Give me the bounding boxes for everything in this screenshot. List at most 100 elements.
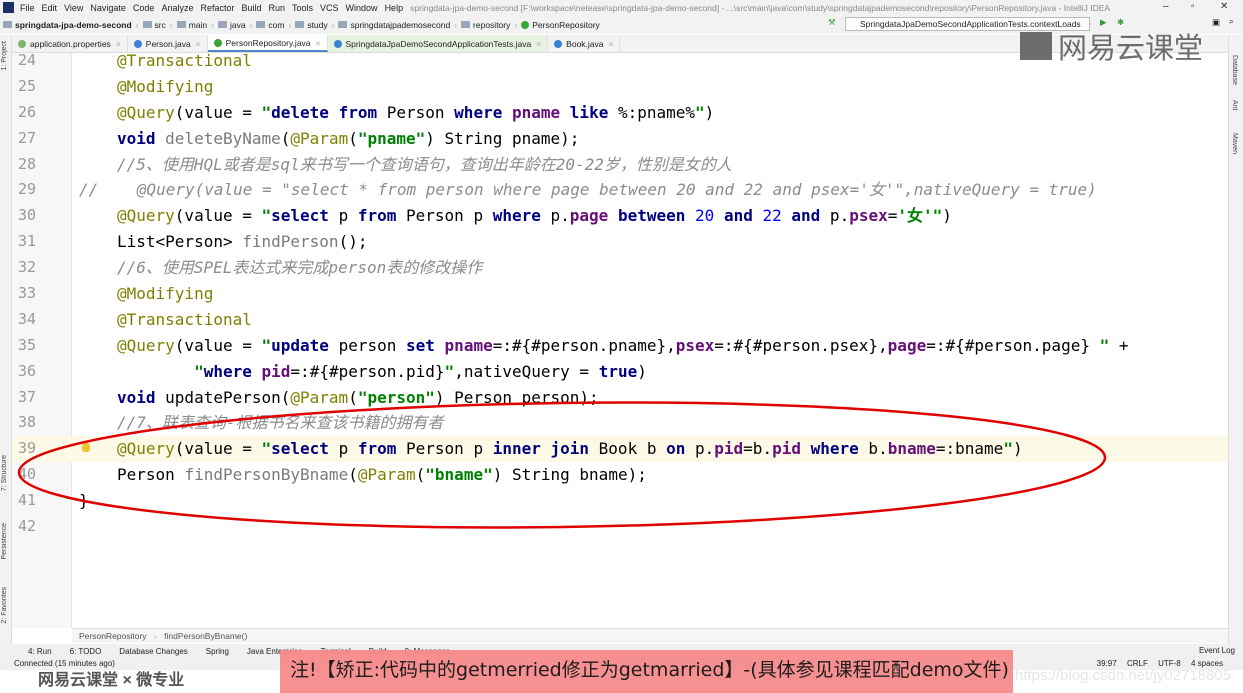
menu-refactor[interactable]: Refactor (200, 3, 234, 13)
breadcrumb-item[interactable]: main (176, 19, 208, 30)
menu-run[interactable]: Run (269, 3, 286, 13)
toolwindow-6-todo[interactable]: 6: TODO (70, 647, 102, 656)
toolwindow-database-changes[interactable]: Database Changes (119, 647, 188, 656)
code-token: Person p (396, 206, 493, 226)
breadcrumb-method[interactable]: findPersonByBname() (164, 631, 247, 641)
line-number: 36 (17, 361, 36, 380)
close-tab-icon[interactable]: × (316, 38, 321, 48)
close-tab-icon[interactable]: × (196, 39, 201, 49)
code-token: update (271, 335, 329, 355)
code-text: @Query(value = "delete from Person where… (117, 100, 714, 126)
code-token: p (328, 206, 358, 226)
code-token: b. (858, 439, 888, 459)
tool-maven[interactable]: Maven (1231, 133, 1238, 154)
build-icon[interactable]: ⚒ (828, 17, 836, 28)
code-token: void (117, 128, 156, 148)
breadcrumb-item[interactable]: repository (461, 20, 510, 30)
line-number: 38 (17, 413, 36, 432)
code-token: ( (348, 465, 358, 485)
line-number: 35 (17, 335, 36, 354)
toolwindow-4-run[interactable]: 4: Run (28, 647, 52, 656)
search-icon[interactable]: ⌕ (1229, 16, 1234, 27)
maximize-button[interactable]: ▫ (1191, 1, 1195, 12)
code-token: ,nativeQuery = (454, 361, 599, 381)
code-token: Person (377, 102, 455, 122)
close-tab-icon[interactable]: × (116, 39, 121, 49)
breadcrumb-class[interactable]: PersonRepository (79, 631, 147, 641)
menu-analyze[interactable]: Analyze (161, 3, 193, 13)
breadcrumb-item[interactable]: PersonRepository (521, 20, 600, 30)
menu-view[interactable]: View (64, 3, 83, 13)
minimize-button[interactable]: – (1163, 1, 1169, 12)
code-token: =:#{#person.psex}, (714, 335, 888, 355)
code-token: "bname" (425, 465, 493, 485)
intellij-logo-icon (3, 2, 14, 13)
tool-favorites[interactable]: 2: Favorites (1, 587, 8, 624)
code-token: " (194, 361, 204, 381)
code-token: ) (637, 361, 647, 381)
code-token: pname (444, 335, 493, 355)
line-number: 25 (17, 76, 36, 95)
folder-icon (338, 21, 348, 28)
tool-persistence[interactable]: Persistence (1, 523, 8, 560)
crumb-label: springdata-jpa-demo-second (15, 19, 132, 30)
menu-tools[interactable]: Tools (292, 3, 313, 13)
crumb-label: main (188, 19, 208, 30)
menu-file[interactable]: File (20, 3, 35, 13)
chevron-right-icon: › (211, 19, 214, 30)
breadcrumb-item[interactable]: src (142, 20, 166, 30)
netease-watermark: 网易云课堂 (1020, 25, 1203, 67)
menu-build[interactable]: Build (241, 3, 261, 13)
menu-window[interactable]: Window (346, 3, 378, 13)
breadcrumb-item[interactable]: com (256, 20, 284, 30)
menu-navigate[interactable]: Navigate (90, 3, 126, 13)
menu-help[interactable]: Help (385, 3, 404, 13)
breadcrumb-item[interactable]: java (217, 20, 246, 30)
code-text: @Modifying (117, 74, 213, 100)
code-token: Person p (396, 439, 493, 459)
tool-structure[interactable]: 7: Structure (1, 455, 8, 491)
code-editor[interactable]: 24 @Transactional 25 @Modifying 26 @Query(val… (12, 48, 1228, 540)
tool-ant[interactable]: Ant (1231, 100, 1238, 111)
close-tab-icon[interactable]: × (536, 39, 541, 49)
code-text: // @Query(value = "select * from person … (79, 177, 1097, 203)
project-structure-icon[interactable]: ▣ (1212, 17, 1220, 28)
line-number: 26 (17, 102, 36, 121)
code-text: @Transactional (117, 307, 252, 333)
tool-database[interactable]: Database (1231, 55, 1238, 85)
lightbulb-icon[interactable] (82, 442, 90, 453)
menu-edit[interactable]: Edit (42, 3, 58, 13)
code-token: " (1099, 335, 1110, 355)
code-token: on (666, 439, 686, 459)
close-button[interactable]: ✕ (1220, 1, 1228, 12)
tool-project[interactable]: 1: Project (1, 41, 8, 71)
code-token: findPersonByBname (184, 465, 349, 485)
csdn-watermark: https://blog.csdn.net/jy02718805 (1015, 667, 1231, 684)
code-token: select (271, 439, 329, 459)
breadcrumb-item[interactable]: springdata-jpa-demo-second (3, 20, 132, 30)
code-token: List<Person> (117, 232, 243, 252)
code-token: (); (338, 232, 368, 252)
event-log-button[interactable]: Event Log (1199, 645, 1235, 657)
code-line: 36 "where pid=:#{#person.pid}",nativeQue… (12, 359, 1228, 385)
line-number: 29 (17, 180, 36, 199)
code-line: 33 @Modifying (12, 281, 1228, 307)
line-number: 42 (17, 517, 36, 536)
file-icon (333, 39, 342, 48)
code-token: @Query (117, 439, 175, 459)
toolwindow-spring[interactable]: Spring (206, 647, 229, 656)
code-token: @Param (357, 465, 416, 485)
menu-vcs[interactable]: VCS (320, 3, 339, 13)
breadcrumb-item[interactable]: study (295, 20, 328, 30)
breadcrumb-item[interactable]: springdatajpademosecond (338, 20, 450, 30)
menu-code[interactable]: Code (133, 3, 155, 13)
code-token: " (444, 361, 455, 381)
code-token: and (723, 206, 753, 226)
close-tab-icon[interactable]: × (609, 39, 614, 49)
code-token: set (406, 335, 435, 355)
code-token: where (454, 102, 503, 122)
